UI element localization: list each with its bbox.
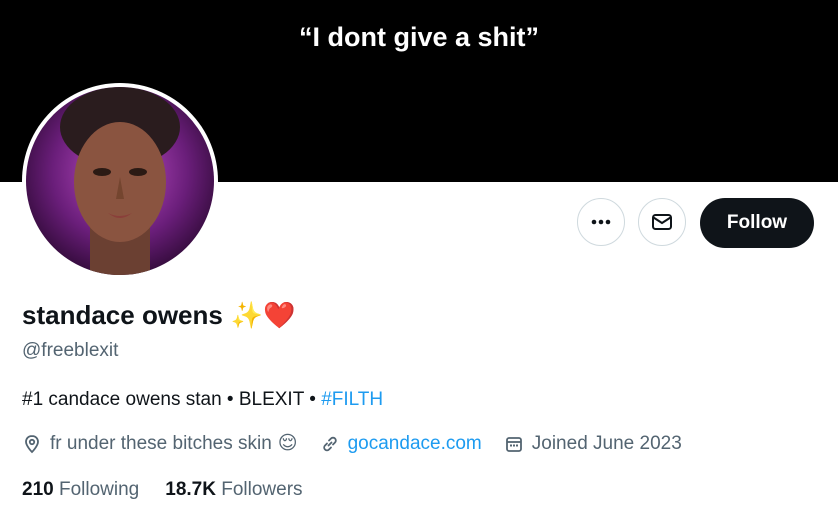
location-item: fr under these bitches skin 😌	[22, 432, 298, 455]
bio-hashtag-link[interactable]: #FILTH	[321, 389, 383, 410]
avatar-image	[26, 87, 214, 275]
profile-meta: fr under these bitches skin 😌 gocandace.…	[22, 432, 704, 455]
joined-item: Joined June 2023	[504, 433, 682, 455]
message-button[interactable]	[638, 198, 686, 246]
banner-text: “I dont give a shit”	[298, 22, 540, 52]
followers-link[interactable]: 18.7K Followers	[165, 479, 302, 501]
avatar[interactable]	[22, 83, 218, 279]
website-link[interactable]: gocandace.com	[348, 433, 482, 455]
followers-count: 18.7K	[165, 479, 216, 500]
more-options-button[interactable]	[577, 198, 625, 246]
following-link[interactable]: 210 Following	[22, 479, 139, 501]
profile-handle: @freeblexit	[22, 340, 119, 361]
profile-stats: 210 Following 18.7K Followers	[22, 479, 303, 501]
link-icon	[322, 436, 337, 451]
location-pin-icon	[25, 434, 39, 453]
follow-button[interactable]: Follow	[700, 198, 814, 248]
more-horizontal-icon	[591, 219, 611, 225]
display-name-text: standace owens	[22, 300, 223, 330]
location-text: fr under these bitches skin	[50, 432, 272, 454]
joined-date: Joined June 2023	[531, 432, 682, 454]
name-emojis: ✨❤️	[230, 300, 296, 330]
location-emoji: 😌	[277, 433, 298, 454]
display-name: standace owens ✨❤️	[22, 300, 296, 331]
mail-icon	[652, 214, 672, 230]
following-count: 210	[22, 479, 54, 500]
calendar-icon	[505, 436, 522, 452]
following-label: Following	[58, 479, 140, 500]
profile-bio: #1 candace owens stan • BLEXIT • #FILTH	[22, 389, 383, 411]
website-item: gocandace.com	[320, 433, 482, 455]
bio-text: #1 candace owens stan • BLEXIT •	[22, 389, 322, 410]
followers-label: Followers	[221, 479, 303, 500]
